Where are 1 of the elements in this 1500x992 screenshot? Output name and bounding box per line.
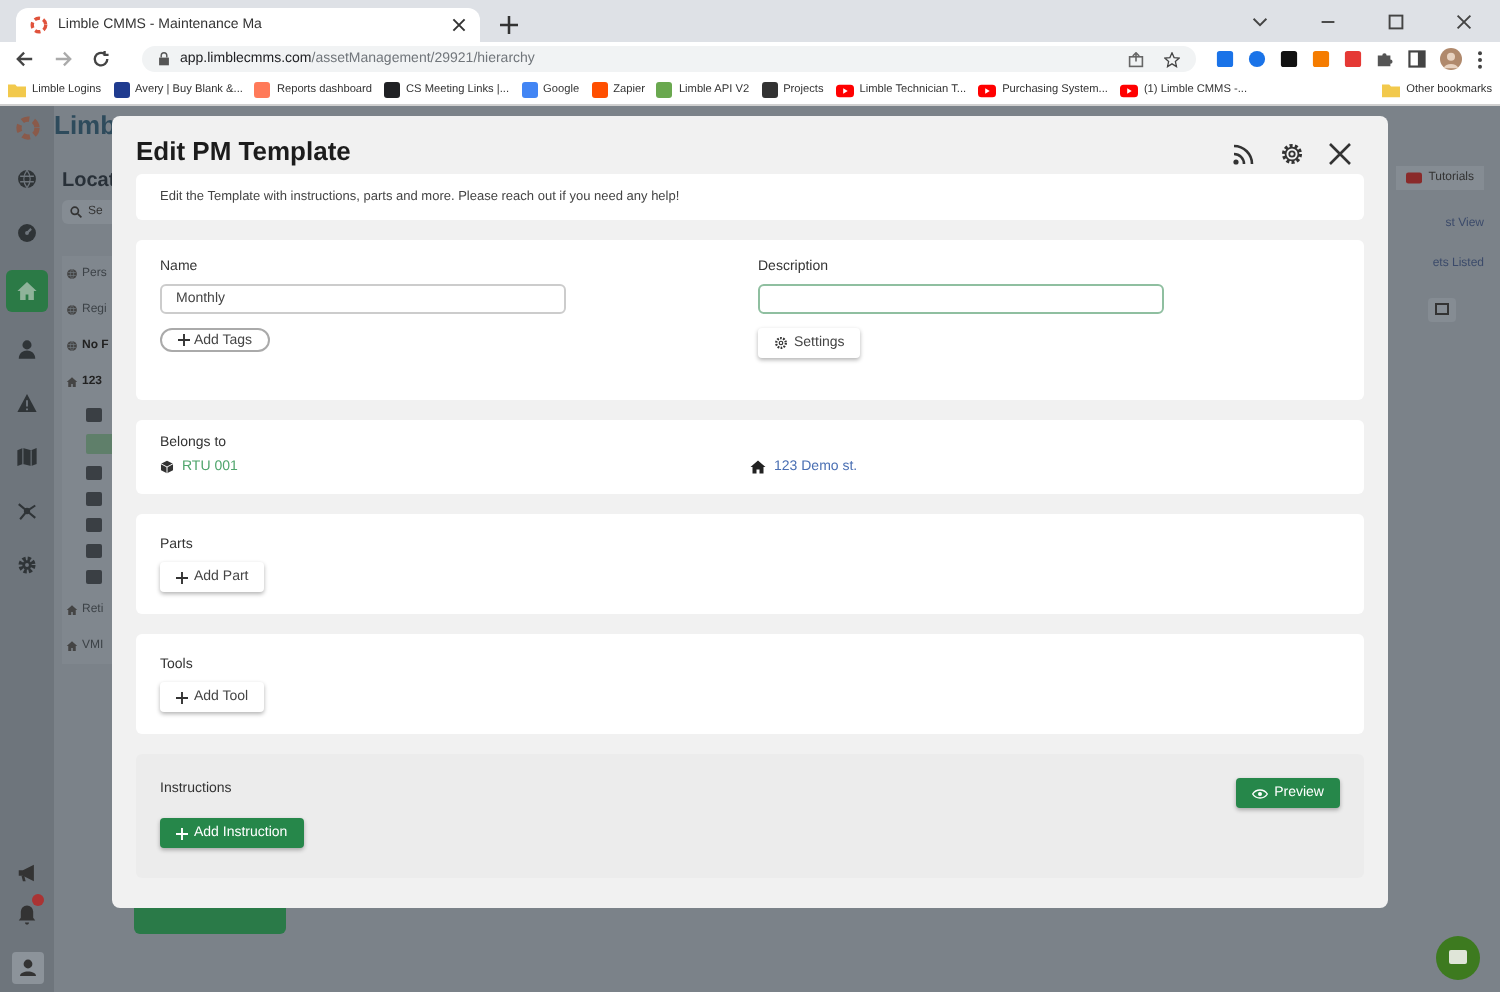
modal-title: Edit PM Template [136,136,351,166]
